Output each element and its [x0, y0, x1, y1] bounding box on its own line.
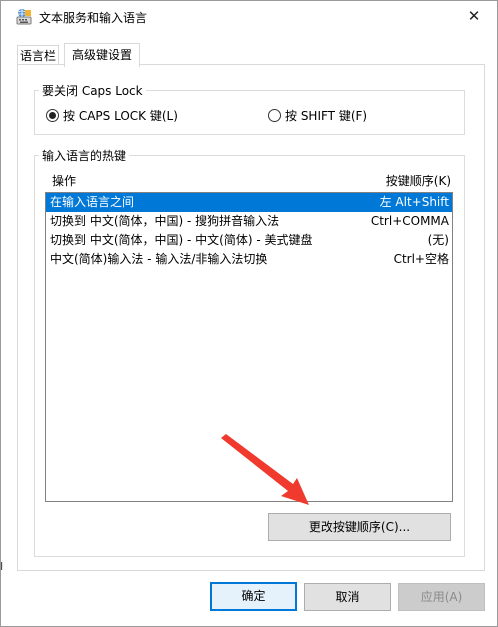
- list-item[interactable]: 在输入语言之间 左 Alt+Shift: [46, 193, 452, 212]
- radio-shift[interactable]: 按 SHIFT 键(F): [268, 109, 367, 123]
- hotkey-keys: 左 Alt+Shift: [379, 195, 449, 209]
- radio-checked-icon[interactable]: [46, 109, 59, 122]
- hotkey-action: 切换到 中文(简体，中国) - 中文(简体) - 美式键盘: [50, 233, 313, 247]
- list-item[interactable]: 切换到 中文(简体，中国) - 中文(简体) - 美式键盘 (无): [46, 231, 452, 250]
- window-title: 文本服务和输入语言: [39, 11, 148, 25]
- dialog-window: 文本服务和输入语言 ✕ 语言栏 高级键设置 要关闭 Caps Lock 按 CA…: [0, 0, 498, 627]
- text-services-icon: [15, 8, 33, 26]
- hotkey-action: 中文(简体)输入法 - 输入法/非输入法切换: [50, 252, 268, 266]
- title-bar: 文本服务和输入语言 ✕: [1, 1, 497, 33]
- column-header-key-sequence: 按键顺序(K): [385, 174, 451, 188]
- caps-lock-group: 要关闭 Caps Lock 按 CAPS LOCK 键(L) 按 SHIFT 键…: [34, 82, 465, 135]
- caps-lock-group-title: 要关闭 Caps Lock: [39, 82, 146, 99]
- ok-button[interactable]: 确定: [210, 582, 297, 611]
- close-icon[interactable]: ✕: [463, 5, 485, 27]
- hotkey-keys: Ctrl+空格: [393, 252, 449, 266]
- cancel-button[interactable]: 取消: [304, 583, 391, 611]
- list-item[interactable]: 切换到 中文(简体，中国) - 搜狗拼音输入法 Ctrl+COMMA: [46, 212, 452, 231]
- change-key-sequence-button[interactable]: 更改按键顺序(C)...: [268, 513, 451, 541]
- radio-unchecked-icon[interactable]: [268, 109, 281, 122]
- list-item[interactable]: 中文(简体)输入法 - 输入法/非输入法切换 Ctrl+空格: [46, 250, 452, 269]
- hotkey-keys: Ctrl+COMMA: [370, 214, 449, 228]
- tab-language-bar[interactable]: 语言栏: [17, 45, 59, 66]
- hotkey-keys: (无): [427, 233, 449, 247]
- radio-caps-lock[interactable]: 按 CAPS LOCK 键(L): [46, 109, 178, 123]
- hotkey-action: 在输入语言之间: [50, 195, 135, 209]
- apply-button: 应用(A): [398, 583, 485, 611]
- tab-advanced-key-settings[interactable]: 高级键设置: [64, 43, 140, 67]
- hotkey-action: 切换到 中文(简体，中国) - 搜狗拼音输入法: [50, 214, 280, 228]
- radio-shift-label: 按 SHIFT 键(F): [285, 109, 368, 123]
- column-header-action: 操作: [52, 174, 77, 188]
- background-window-edge: I: [0, 560, 4, 573]
- radio-caps-lock-label: 按 CAPS LOCK 键(L): [63, 109, 178, 123]
- hotkey-list[interactable]: 在输入语言之间 左 Alt+Shift 切换到 中文(简体，中国) - 搜狗拼音…: [45, 192, 453, 502]
- hotkeys-group-title: 输入语言的热键: [39, 147, 130, 164]
- tab-panel: 要关闭 Caps Lock 按 CAPS LOCK 键(L) 按 SHIFT 键…: [17, 64, 485, 571]
